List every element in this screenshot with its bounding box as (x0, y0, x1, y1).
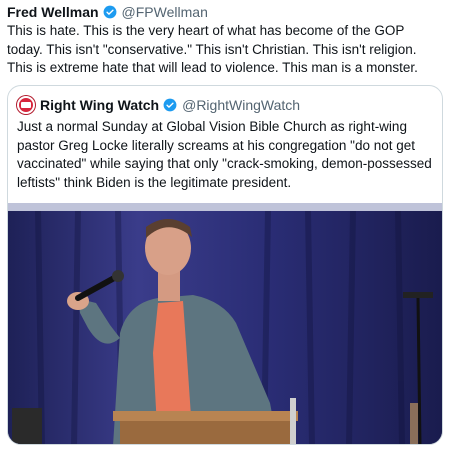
verified-badge-icon (103, 5, 116, 19)
quoted-tweet-text: Just a normal Sunday at Global Vision Bi… (17, 119, 432, 190)
quoted-author-handle[interactable]: @RightWingWatch (182, 97, 300, 113)
right-wing-watch-logo-icon (21, 102, 31, 108)
avatar[interactable] (17, 96, 35, 114)
video-thumbnail[interactable] (8, 203, 442, 444)
verified-badge-icon (163, 98, 177, 112)
author-handle[interactable]: @FPWellman (122, 4, 208, 20)
quoted-tweet-card[interactable]: Right Wing Watch @RightWingWatch Just a … (7, 85, 443, 445)
quoted-tweet-header: Right Wing Watch @RightWingWatch (17, 96, 300, 114)
tweet-header: Fred Wellman @FPWellman (7, 3, 208, 21)
quoted-author-name[interactable]: Right Wing Watch (40, 97, 159, 113)
video-frame-illustration (8, 203, 442, 444)
author-name[interactable]: Fred Wellman (7, 4, 99, 20)
tweet-text: This is hate. This is the very heart of … (7, 23, 418, 75)
tweet[interactable]: Fred Wellman @FPWellman This is hate. Th… (0, 0, 450, 452)
